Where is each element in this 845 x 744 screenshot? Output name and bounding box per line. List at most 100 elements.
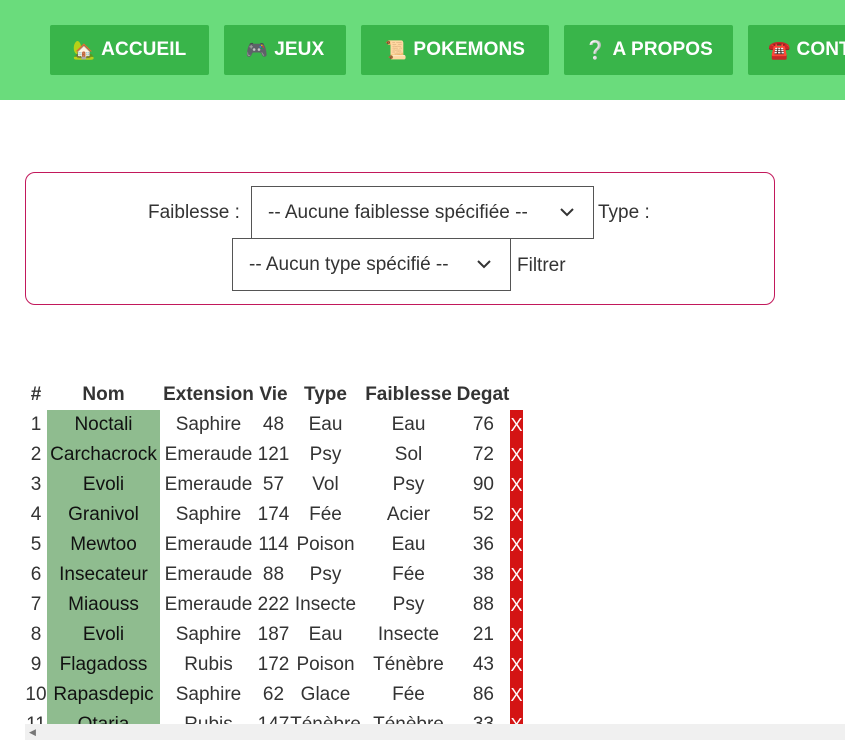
cell-degat: 36 <box>472 534 494 555</box>
cell-vie: 222 <box>257 594 290 615</box>
cell-vie: 121 <box>257 444 290 465</box>
nav-apropos-label: A PROPOS <box>612 39 713 60</box>
col-header-nom: Nom <box>82 384 125 405</box>
cell-number: 6 <box>30 564 42 585</box>
delete-row-button[interactable]: X <box>510 560 523 590</box>
col-header-degat: Degat <box>456 384 510 405</box>
cell-vie: 174 <box>257 504 290 525</box>
gamepad-icon: 🎮 <box>245 39 269 60</box>
table-row: 4 Granivol Saphire 174 Fée Acier 52 X <box>25 500 523 530</box>
table-row: 2 Carchacrock Emeraude 121 Psy Sol 72 X <box>25 440 523 470</box>
cell-number: 1 <box>30 414 42 435</box>
table-row: 1 Noctali Saphire 48 Eau Eau 76 X <box>25 410 523 440</box>
chevron-down-icon <box>560 208 574 217</box>
cell-faiblesse: Insecte <box>377 624 440 645</box>
scroll-left-icon[interactable]: ◀ <box>29 727 36 738</box>
delete-row-button[interactable]: X <box>510 500 523 530</box>
table-row: 6 Insecateur Emeraude 88 Psy Fée 38 X <box>25 560 523 590</box>
cell-nom: Insecateur <box>47 560 160 590</box>
col-header-delete <box>510 380 523 410</box>
cell-degat: 88 <box>472 594 494 615</box>
table-row: 10 Rapasdepic Saphire 62 Glace Fée 86 X <box>25 680 523 710</box>
col-header-extension: Extension <box>163 384 254 405</box>
telephone-icon: ☎️ <box>768 39 791 60</box>
delete-row-button[interactable]: X <box>510 650 523 680</box>
cell-type: Poison <box>296 654 355 675</box>
cell-type: Eau <box>308 414 343 435</box>
cell-degat: 43 <box>472 654 494 675</box>
top-nav-bar: 🏡 ACCUEIL 🎮 JEUX 📜 POKEMONS ❔ A PROPOS ☎… <box>0 0 845 100</box>
cell-vie: 57 <box>262 474 285 495</box>
nav-contact-button[interactable]: ☎️ CONTACT <box>748 25 845 75</box>
cell-vie: 172 <box>257 654 290 675</box>
cell-number: 9 <box>30 654 42 675</box>
cell-type: Fée <box>309 504 342 525</box>
col-header-vie: Vie <box>259 384 288 405</box>
cell-extension: Saphire <box>175 504 242 525</box>
delete-row-button[interactable]: X <box>510 440 523 470</box>
cell-nom: Noctali <box>47 410 160 440</box>
table-row: 7 Miaouss Emeraude 222 Insecte Psy 88 X <box>25 590 523 620</box>
cell-extension: Emeraude <box>164 444 253 465</box>
cell-extension: Emeraude <box>164 534 253 555</box>
type-label: Type : <box>598 202 650 223</box>
cell-vie: 114 <box>258 534 289 555</box>
nav-pokemons-button[interactable]: 📜 POKEMONS <box>361 25 549 75</box>
pokemon-table: # Nom Extension Vie Type Faiblesse Degat… <box>25 380 523 740</box>
cell-number: 5 <box>30 534 42 555</box>
nav-pokemons-label: POKEMONS <box>413 39 526 60</box>
cell-type: Glace <box>300 684 351 705</box>
cell-type: Psy <box>309 564 342 585</box>
cell-extension: Emeraude <box>164 474 253 495</box>
house-icon: 🏡 <box>72 39 96 60</box>
cell-number: 10 <box>25 684 47 705</box>
cell-type: Vol <box>312 474 339 495</box>
delete-row-button[interactable]: X <box>510 410 523 440</box>
cell-degat: 38 <box>472 564 494 585</box>
cell-faiblesse: Psy <box>392 594 425 615</box>
cell-degat: 90 <box>472 474 494 495</box>
nav-apropos-button[interactable]: ❔ A PROPOS <box>564 25 733 75</box>
cell-degat: 52 <box>472 504 494 525</box>
cell-faiblesse: Fée <box>392 684 425 705</box>
nav-jeux-button[interactable]: 🎮 JEUX <box>224 25 346 75</box>
col-header-number: # <box>30 384 42 405</box>
cell-faiblesse: Acier <box>386 504 431 525</box>
weakness-select-value: -- Aucune faiblesse spécifiée -- <box>268 201 528 223</box>
scroll-icon: 📜 <box>384 39 408 60</box>
col-header-faiblesse: Faiblesse <box>365 384 452 405</box>
type-select-value: -- Aucun type spécifié -- <box>249 253 449 275</box>
horizontal-scrollbar[interactable]: ◀ <box>25 724 845 740</box>
weakness-select[interactable]: -- Aucune faiblesse spécifiée -- <box>251 186 594 239</box>
nav-accueil-button[interactable]: 🏡 ACCUEIL <box>50 25 209 75</box>
cell-nom: Rapasdepic <box>47 680 160 710</box>
cell-faiblesse: Eau <box>391 534 426 555</box>
delete-row-button[interactable]: X <box>510 620 523 650</box>
cell-type: Insecte <box>294 594 357 615</box>
cell-degat: 21 <box>472 624 494 645</box>
cell-faiblesse: Fée <box>392 564 425 585</box>
table-row: 5 Mewtoo Emeraude 114 Poison Eau 36 X <box>25 530 523 560</box>
cell-faiblesse: Ténèbre <box>373 654 444 675</box>
type-select[interactable]: -- Aucun type spécifié -- <box>232 238 511 291</box>
cell-nom: Mewtoo <box>47 530 160 560</box>
table-row: 9 Flagadoss Rubis 172 Poison Ténèbre 43 X <box>25 650 523 680</box>
delete-row-button[interactable]: X <box>510 530 523 560</box>
filter-submit-button[interactable]: Filtrer <box>517 255 566 277</box>
cell-nom: Miaouss <box>47 590 160 620</box>
cell-vie: 88 <box>262 564 285 585</box>
cell-type: Psy <box>309 444 342 465</box>
cell-number: 7 <box>30 594 42 615</box>
question-mark-icon: ❔ <box>584 39 607 60</box>
cell-type: Eau <box>308 624 343 645</box>
cell-nom: Flagadoss <box>47 650 160 680</box>
cell-number: 4 <box>30 504 42 525</box>
cell-nom: Evoli <box>47 470 160 500</box>
delete-row-button[interactable]: X <box>510 470 523 500</box>
delete-row-button[interactable]: X <box>510 590 523 620</box>
cell-extension: Rubis <box>184 654 233 675</box>
cell-vie: 48 <box>262 414 285 435</box>
cell-extension: Saphire <box>175 414 242 435</box>
delete-row-button[interactable]: X <box>510 680 523 710</box>
table-row: 8 Evoli Saphire 187 Eau Insecte 21 X <box>25 620 523 650</box>
